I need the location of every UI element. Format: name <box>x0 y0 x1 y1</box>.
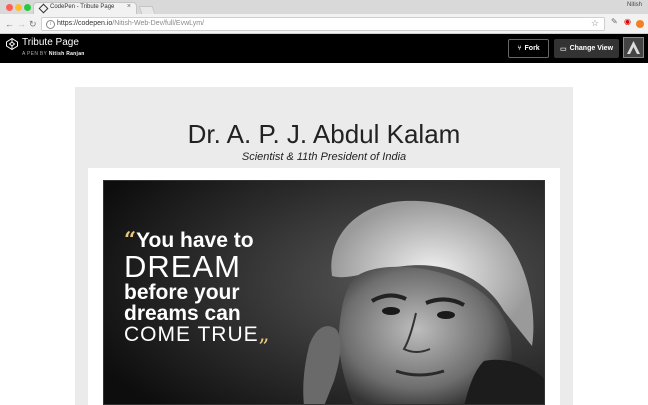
quote-line-4: dreams can <box>124 302 241 325</box>
bookmark-star-icon[interactable]: ☆ <box>591 18 599 29</box>
profile-name[interactable]: Nitish <box>627 2 642 8</box>
reload-icon[interactable]: ↻ <box>29 19 37 29</box>
browser-tab[interactable]: CodePen - Tribute Page × <box>33 2 137 14</box>
fork-icon: ⑂ <box>517 45 522 52</box>
quote-line-5: COME TRUE„ <box>124 322 271 346</box>
tribute-image: “You have to DREAM before your dreams ca… <box>103 180 545 405</box>
pen-byline: A PEN BY Nitish Ranjan <box>22 51 85 57</box>
tab-close-icon[interactable]: × <box>127 3 131 10</box>
fork-button[interactable]: ⑂ Fork <box>508 39 549 58</box>
new-tab-button[interactable] <box>138 6 156 14</box>
pen-title[interactable]: Tribute Page <box>22 37 79 48</box>
browser-tab-bar: CodePen - Tribute Page × Nitish <box>0 0 648 14</box>
quote-line-1: “You have to <box>124 229 271 251</box>
back-arrow-icon[interactable]: ← <box>5 19 14 29</box>
avatar-image <box>624 38 643 57</box>
url-domain: https://codepen.io <box>57 20 113 27</box>
quote-text: “You have to DREAM before your dreams ca… <box>124 229 271 345</box>
change-view-button[interactable]: ▭ Change View <box>554 39 619 58</box>
extension-pencil-icon[interactable]: ✎ <box>611 17 618 26</box>
extension-opera-icon[interactable]: ◉ <box>624 17 631 26</box>
quote-line-2: DREAM <box>124 249 241 284</box>
author-link[interactable]: Nitish Ranjan <box>49 51 85 57</box>
url-path: /Nitish-Web-Dev/full/EvwLym/ <box>112 20 205 27</box>
forward-arrow-icon[interactable]: → <box>17 19 26 29</box>
tab-title: CodePen - Tribute Page <box>50 4 115 10</box>
minimize-window-button[interactable] <box>15 4 22 11</box>
fork-label: Fork <box>524 45 540 52</box>
page-title: Dr. A. P. J. Abdul Kalam <box>187 119 461 149</box>
layout-icon: ▭ <box>559 45 567 53</box>
url-text: https://codepen.io/Nitish-Web-Dev/full/E… <box>57 20 204 27</box>
quote-line-3: before your <box>124 281 240 304</box>
byline-prefix: A PEN BY <box>22 51 48 57</box>
address-toolbar: ← → ↻ i https://codepen.io/Nitish-Web-De… <box>0 14 648 34</box>
tribute-main: Dr. A. P. J. Abdul Kalam Scientist & 11t… <box>75 87 573 405</box>
extension-orange-icon[interactable] <box>636 20 644 28</box>
codepen-header: Tribute Page A PEN BY Nitish Ranjan ⑂ Fo… <box>0 34 648 63</box>
change-view-label: Change View <box>569 45 614 52</box>
close-window-button[interactable] <box>6 4 13 11</box>
info-icon[interactable]: i <box>46 20 55 29</box>
user-avatar[interactable] <box>623 37 644 58</box>
quote-line-5-text: COME TRUE <box>124 323 259 346</box>
url-input[interactable]: i https://codepen.io/Nitish-Web-Dev/full… <box>41 17 605 31</box>
codepen-logo-icon[interactable] <box>6 38 18 50</box>
codepen-favicon-icon <box>38 3 49 14</box>
page-viewport: Dr. A. P. J. Abdul Kalam Scientist & 11t… <box>0 63 648 405</box>
page-subtitle: Scientist & 11th President of India <box>241 151 407 163</box>
close-quote-mark: „ <box>258 322 271 346</box>
maximize-window-button[interactable] <box>24 4 31 11</box>
image-card: “You have to DREAM before your dreams ca… <box>88 168 560 405</box>
